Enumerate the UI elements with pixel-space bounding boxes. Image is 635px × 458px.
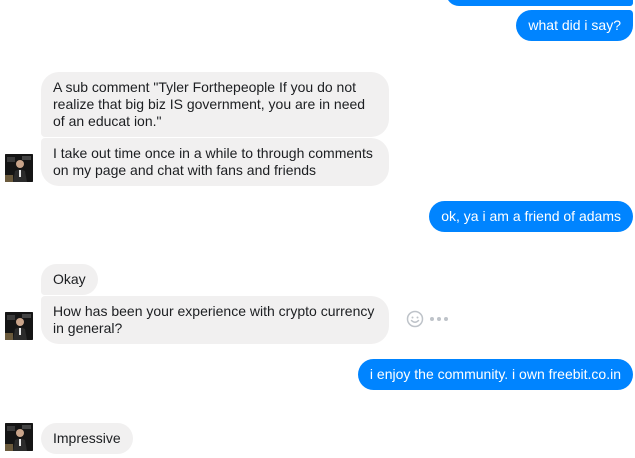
incoming-message: Impressive <box>41 423 133 454</box>
outgoing-message: i enjoy the community. i own freebit.co.… <box>357 359 633 390</box>
smiley-face-icon[interactable] <box>406 310 424 328</box>
contact-avatar[interactable] <box>5 154 33 182</box>
message-actions <box>406 309 448 329</box>
outgoing-message: what did i say? <box>516 10 633 41</box>
outgoing-message-partial <box>446 0 633 6</box>
contact-avatar[interactable] <box>5 312 33 340</box>
contact-avatar[interactable] <box>5 423 33 451</box>
outgoing-message: ok, ya i am a friend of adams <box>429 201 633 232</box>
incoming-message: How has been your experience with crypto… <box>41 296 389 344</box>
more-options-icon[interactable] <box>430 310 448 328</box>
incoming-message: Okay <box>41 264 98 295</box>
incoming-message: I take out time once in a while to throu… <box>41 138 389 186</box>
incoming-message: A sub comment "Tyler Forthepeople If you… <box>41 72 389 137</box>
